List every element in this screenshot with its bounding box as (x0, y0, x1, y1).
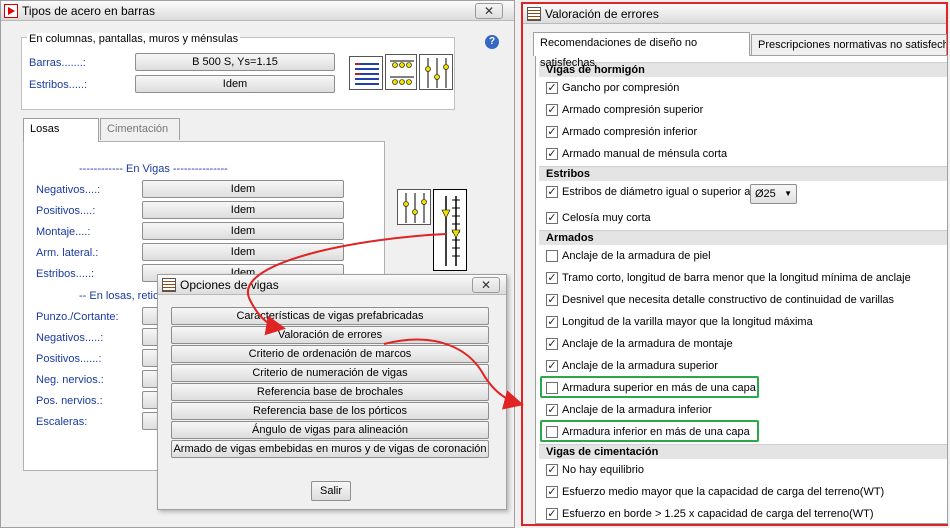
close-button[interactable]: ✕ (475, 3, 503, 19)
app-icon (4, 3, 18, 18)
help-icon[interactable]: ? (485, 35, 499, 49)
window-title: Tipos de acero en barras (22, 3, 155, 18)
checkbox[interactable]: ✓ (546, 126, 558, 138)
check-armado-mensula-corta[interactable]: ✓ Armado manual de ménsula corta (546, 146, 727, 162)
checkbox[interactable] (546, 250, 558, 262)
estribos-button[interactable]: Idem (135, 75, 335, 93)
beam-rebar-icon[interactable] (385, 54, 417, 90)
vigas-label-positivos: Positivos....: (36, 205, 96, 217)
valoracion-title: Valoración de errores (545, 6, 659, 21)
barras-label: Barras.......: (29, 57, 86, 69)
highlight-superior-capa (540, 376, 759, 398)
tipos-acero-titlebar: Tipos de acero en barras (1, 1, 514, 21)
checkbox[interactable]: ✓ (546, 186, 558, 198)
section-vigas-hormigon: Vigas de hormigón (539, 62, 947, 77)
check-longitud-varilla[interactable]: ✓ Longitud de la varilla mayor que la lon… (546, 314, 813, 330)
vigas-label-negativos: Negativos....: (36, 184, 101, 196)
losas-label-neg-nervios: Neg. nervios.: (36, 374, 104, 386)
check-no-equilibrio[interactable]: ✓ No hay equilibrio (546, 462, 644, 478)
highlight-inferior-capa (540, 420, 759, 442)
check-anclaje-piel[interactable]: Anclaje de la armadura de piel (546, 248, 711, 264)
checkbox[interactable]: ✓ (546, 148, 558, 160)
vigas-label-estribos: Estribos.....: (36, 268, 95, 280)
opciones-titlebar: Opciones de vigas (158, 275, 506, 295)
table-icon[interactable] (349, 56, 383, 90)
checkbox[interactable]: ✓ (546, 272, 558, 284)
checkbox[interactable]: ✓ (546, 464, 558, 476)
tab-recomendaciones[interactable]: Recomendaciones de diseño no satisfechas (533, 32, 750, 69)
diametro-select-value: Ø25 (755, 188, 776, 200)
checkbox[interactable]: ✓ (546, 316, 558, 328)
check-celosia-corta[interactable]: ✓ Celosía muy corta (546, 210, 651, 226)
chevron-down-icon: ▼ (784, 189, 792, 198)
group-title: En columnas, pantallas, muros y ménsulas (27, 33, 241, 45)
losas-label-pos-nervios: Pos. nervios.: (36, 395, 103, 407)
salir-button[interactable]: Salir (311, 481, 351, 501)
checkbox[interactable]: ✓ (546, 82, 558, 94)
losas-label-positivos: Positivos......: (36, 353, 102, 365)
criterio-ordenacion-button[interactable]: Criterio de ordenación de marcos (171, 345, 489, 363)
referencia-porticos-button[interactable]: Referencia base de los pórticos (171, 402, 489, 420)
check-tramo-corto[interactable]: ✓ Tramo corto, longitud de barra menor qu… (546, 270, 911, 286)
vigas-options-icon[interactable] (433, 189, 467, 271)
estribos-label: Estribos.....: (29, 79, 88, 91)
opciones-close-button[interactable]: ✕ (472, 277, 500, 293)
checkbox[interactable]: ✓ (546, 360, 558, 372)
section-armados: Armados (539, 230, 947, 245)
valoracion-window: Valoración de errores Recomendaciones de… (521, 2, 948, 526)
opciones-vigas-window: Opciones de vigas ✕ Características de v… (157, 274, 507, 510)
criterio-numeracion-button[interactable]: Criterio de numeración de vigas (171, 364, 489, 382)
checkbox[interactable]: ✓ (546, 338, 558, 350)
tab-losas[interactable]: Losas (23, 118, 99, 142)
barras-button[interactable]: B 500 S, Ys=1.15 (135, 53, 335, 71)
vigas-arm-lateral-button[interactable]: Idem (142, 243, 344, 261)
check-anclaje-montaje[interactable]: ✓ Anclaje de la armadura de montaje (546, 336, 733, 352)
checkbox[interactable]: ✓ (546, 508, 558, 520)
losas-label-punzo: Punzo./Cortante: (36, 311, 119, 323)
tab-cimentacion[interactable]: Cimentación (100, 118, 180, 140)
vigas-montaje-button[interactable]: Idem (142, 222, 344, 240)
valoracion-titlebar: Valoración de errores (523, 4, 946, 24)
vigas-header: ------------ En Vigas --------------- (79, 163, 228, 175)
diametro-select[interactable]: Ø25 ▼ (750, 184, 797, 204)
vigas-negativos-button[interactable]: Idem (142, 180, 344, 198)
checkbox[interactable]: ✓ (546, 212, 558, 224)
section-estribos: Estribos (539, 166, 947, 181)
errores-list: Vigas de hormigón ✓ Gancho por compresión… (535, 55, 948, 524)
vigas-positivos-button[interactable]: Idem (142, 201, 344, 219)
check-armado-compresion-inferior[interactable]: ✓ Armado compresión inferior (546, 124, 697, 140)
vigas-label-arm-lateral: Arm. lateral.: (36, 247, 99, 259)
check-anclaje-superior[interactable]: ✓ Anclaje de la armadura superior (546, 358, 718, 374)
tab-prescripciones[interactable]: Prescripciones normativas no satisfechas (751, 34, 947, 56)
check-armado-compresion-superior[interactable]: ✓ Armado compresión superior (546, 102, 703, 118)
check-gancho-compresion[interactable]: ✓ Gancho por compresión (546, 80, 679, 96)
valoracion-errores-button[interactable]: Valoración de errores (171, 326, 489, 344)
checkbox[interactable]: ✓ (546, 486, 558, 498)
check-anclaje-inferior[interactable]: ✓ Anclaje de la armadura inferior (546, 402, 712, 418)
checkbox[interactable]: ✓ (546, 404, 558, 416)
angulo-alineacion-button[interactable]: Ángulo de vigas para alineación (171, 421, 489, 439)
vigas-label-montaje: Montaje....: (36, 226, 91, 238)
armado-embebidas-button[interactable]: Armado de vigas embebidas en muros y de … (171, 440, 489, 458)
checkbox[interactable]: ✓ (546, 104, 558, 116)
check-estribos-diametro[interactable]: ✓ Estribos de diámetro igual o superior a… (546, 184, 753, 200)
vigas-rebar-small-icon[interactable] (397, 189, 431, 225)
section-vigas-cimentacion: Vigas de cimentación (539, 444, 947, 459)
losas-label-escaleras: Escaleras: (36, 416, 88, 428)
referencia-brochales-button[interactable]: Referencia base de brochales (171, 383, 489, 401)
opciones-title: Opciones de vigas (180, 277, 279, 292)
check-desnivel[interactable]: ✓ Desnivel que necesita detalle construct… (546, 292, 894, 308)
losas-header: -- En losas, reticu (79, 290, 165, 302)
checkbox[interactable]: ✓ (546, 294, 558, 306)
caracteristicas-prefabricadas-button[interactable]: Características de vigas prefabricadas (171, 307, 489, 325)
valoracion-window-icon (527, 6, 541, 21)
check-esfuerzo-borde[interactable]: ✓ Esfuerzo en borde > 1.25 x capacidad de… (546, 506, 874, 522)
losas-label-negativos: Negativos.....: (36, 332, 104, 344)
column-rebar-icon[interactable] (419, 54, 453, 90)
check-esfuerzo-medio[interactable]: ✓ Esfuerzo medio mayor que la capacidad d… (546, 484, 884, 500)
opciones-window-icon (162, 277, 176, 292)
